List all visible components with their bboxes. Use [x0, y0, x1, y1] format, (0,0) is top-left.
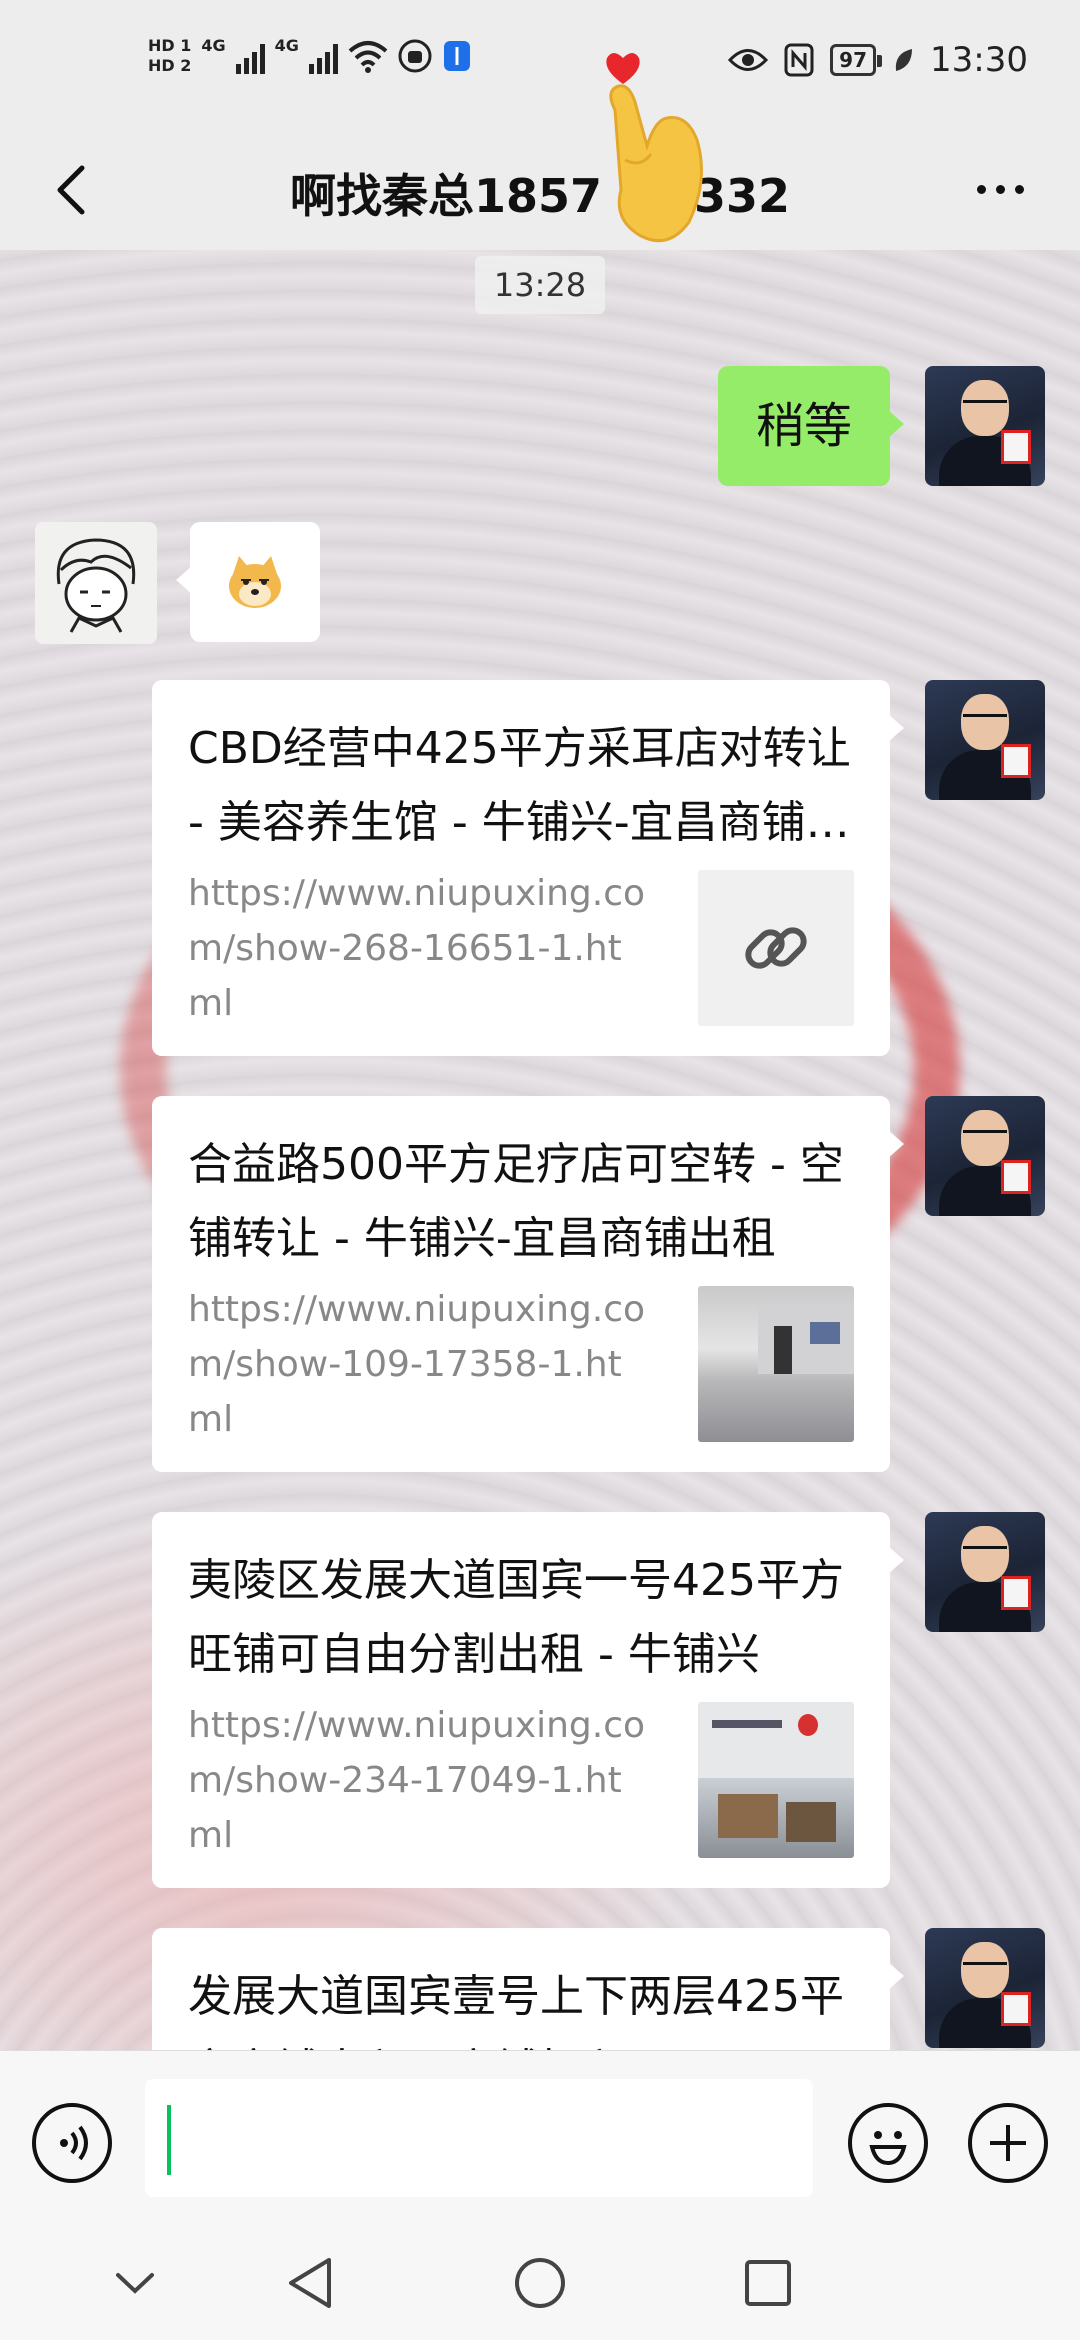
office-photo-thumbnail — [698, 1702, 854, 1858]
network1-label: 4G — [201, 36, 226, 55]
my-avatar[interactable] — [925, 1928, 1045, 2048]
signal2-icon — [308, 38, 338, 74]
square-recents-icon — [745, 2260, 791, 2306]
sticker-message-bubble[interactable] — [176, 522, 320, 642]
nav-recents-button[interactable] — [728, 2248, 808, 2318]
my-avatar[interactable] — [925, 366, 1045, 486]
link-card[interactable]: 合益路500平方足疗店可空转 - 空铺转让 - 牛铺兴-宜昌商铺出租 https… — [152, 1096, 904, 1472]
hide-keyboard-button[interactable] — [95, 2248, 175, 2318]
more-dot — [1014, 184, 1024, 194]
nav-home-button[interactable] — [500, 2248, 580, 2318]
contact-avatar[interactable] — [35, 522, 157, 644]
clock: 13:30 — [930, 40, 1028, 80]
battery-indicator: 97 — [830, 44, 882, 76]
wifi-icon — [348, 41, 388, 73]
nav-back-button[interactable] — [270, 2248, 350, 2318]
link-card-title: CBD经营中425平方采耳店对转让 - 美容养生馆 - 牛铺兴-宜昌商铺出租 — [188, 723, 851, 848]
chat-area[interactable]: 13:28 稍等 CBD经营中425平方采耳店对转让 - 美容养生馆 - 牛铺兴… — [0, 250, 1080, 2050]
hd1-label: HD 1 — [148, 36, 192, 55]
network2-label: 4G — [274, 36, 299, 55]
link-card-thumbnail — [698, 870, 854, 1026]
hallway-photo-thumbnail — [698, 1286, 854, 1442]
link-card[interactable]: CBD经营中425平方采耳店对转让 - 美容养生馆 - 牛铺兴-宜昌商铺出租 h… — [152, 680, 904, 1056]
status-bar: HD 1 HD 2 4G 4G 97 13:30 — [0, 0, 1080, 130]
link-card-url: https://www.niupuxing.com/show-268-16651… — [188, 873, 646, 1024]
link-card[interactable]: 发展大道国宾壹号上下两层425平方商铺出租 - 商铺招租 — [152, 1928, 904, 2050]
circle-home-icon — [515, 2258, 565, 2308]
leaf-icon — [895, 49, 913, 71]
chat-header: 啊找秦总1857 332 — [0, 130, 1080, 250]
signal1-icon — [235, 38, 265, 74]
system-nav-bar — [0, 2220, 1080, 2340]
my-avatar[interactable] — [925, 680, 1045, 800]
emoji-button[interactable] — [848, 2103, 928, 2183]
plus-icon — [990, 2125, 1026, 2161]
emoji-icon — [869, 2131, 907, 2166]
link-card-title: 合益路500平方足疗店可空转 - 空铺转让 - 牛铺兴-宜昌商铺出租 — [188, 1139, 844, 1264]
message-input[interactable] — [145, 2079, 813, 2197]
voice-icon — [60, 2125, 88, 2161]
link-card-url: https://www.niupuxing.com/show-234-17049… — [188, 1705, 646, 1856]
my-avatar[interactable] — [925, 1512, 1045, 1632]
chat-title: 啊找秦总1857 332 — [289, 169, 791, 223]
hd2-label: HD 2 — [148, 56, 192, 75]
link-card[interactable]: 夷陵区发展大道国宾一号425平方旺铺可自由分割出租 - 牛铺兴 https://… — [152, 1512, 904, 1888]
link-card-title: 夷陵区发展大道国宾一号425平方旺铺可自由分割出租 - 牛铺兴 — [188, 1555, 844, 1680]
cartoon-avatar-icon — [56, 538, 136, 633]
shield-icon — [443, 41, 470, 71]
link-icon — [745, 927, 807, 969]
status-right: 97 13:30 — [728, 40, 1028, 80]
my-avatar[interactable] — [925, 1096, 1045, 1216]
message-timestamp: 13:28 — [475, 256, 605, 314]
voice-button[interactable] — [32, 2103, 112, 2183]
eye-icon — [728, 49, 769, 71]
link-card-url: https://www.niupuxing.com/show-109-17358… — [188, 1289, 646, 1440]
more-dot — [976, 184, 986, 194]
triangle-back-icon — [289, 2258, 331, 2308]
doge-emoji-icon — [229, 556, 281, 608]
heart-hand-sticker — [606, 53, 703, 243]
text-cursor — [167, 2105, 171, 2175]
more-dot — [995, 184, 1005, 194]
hd-indicator: HD 1 HD 2 — [148, 36, 191, 76]
chevron-down-icon — [116, 2273, 154, 2294]
status-left: HD 1 HD 2 4G 4G — [148, 36, 472, 76]
hand-icon — [398, 39, 432, 73]
plus-button[interactable] — [968, 2103, 1048, 2183]
more-button[interactable] — [960, 164, 1040, 214]
link-card-title: 发展大道国宾壹号上下两层425平方商铺出租 - 商铺招租 — [188, 1971, 844, 2050]
text-message-bubble[interactable]: 稍等 — [718, 366, 904, 486]
input-bar — [0, 2050, 1080, 2220]
nfc-icon — [784, 43, 814, 77]
